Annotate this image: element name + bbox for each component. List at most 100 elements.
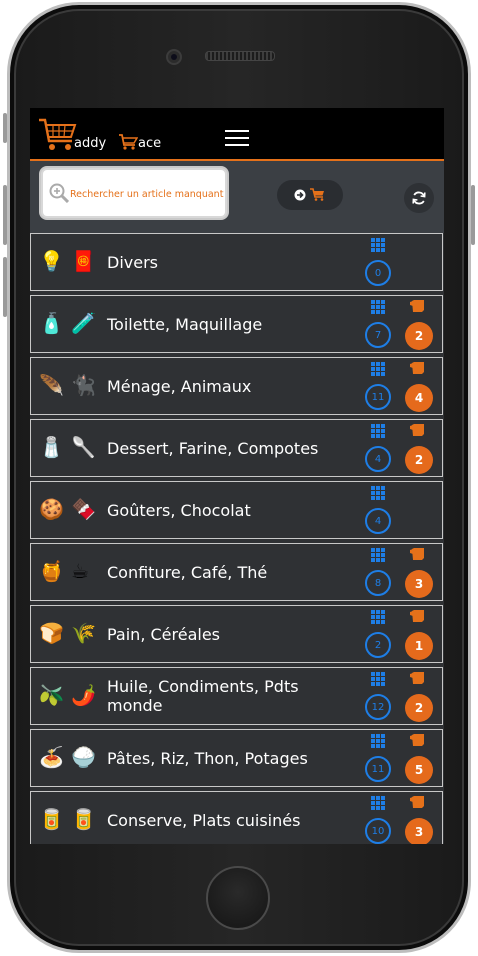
power-button xyxy=(471,185,475,245)
category-emoji-2: 🍚 xyxy=(71,745,96,769)
category-emoji-1: 💡 xyxy=(39,249,64,273)
category-row[interactable]: 🍞 🌾 Pain, Céréales 2 1 xyxy=(30,605,443,663)
search-box[interactable] xyxy=(41,168,227,218)
zoom-in-search-icon xyxy=(49,183,69,203)
category-emoji-2: 🌾 xyxy=(71,621,96,645)
category-emoji-2: 🍫 xyxy=(71,497,96,521)
category-emoji-2: 🌶️ xyxy=(71,683,96,707)
scroll-list-icon[interactable] xyxy=(410,300,426,314)
missing-count-badge[interactable]: 2 xyxy=(405,694,433,722)
app-logo[interactable]: addy ace xyxy=(38,117,178,155)
item-count-circle[interactable]: 12 xyxy=(365,694,391,720)
volume-up-button xyxy=(3,185,7,245)
category-emoji-1: 🧂 xyxy=(39,435,64,459)
category-emoji-2: 🥫 xyxy=(71,807,96,831)
grid-icon[interactable] xyxy=(371,610,385,624)
hamburger-line xyxy=(225,130,249,132)
grid-icon[interactable] xyxy=(371,734,385,748)
missing-count-badge[interactable]: 5 xyxy=(405,756,433,784)
cart-logo-icon xyxy=(39,118,77,150)
grid-icon[interactable] xyxy=(371,548,385,562)
refresh-icon xyxy=(412,191,426,205)
item-count-circle[interactable]: 8 xyxy=(365,570,391,596)
grid-icon[interactable] xyxy=(371,424,385,438)
category-row[interactable]: 🫒 🌶️ Huile, Condiments, Pdts monde 12 2 xyxy=(30,667,443,725)
category-emoji-2: 🐈‍⬛ xyxy=(71,373,96,397)
category-emoji-1: 🍝 xyxy=(39,745,64,769)
category-emoji-1: 🍞 xyxy=(39,621,64,645)
item-count-circle[interactable]: 4 xyxy=(365,508,391,534)
category-label: Confiture, Café, Thé xyxy=(107,562,268,582)
category-row[interactable]: 🧴 🧪 Toilette, Maquillage 7 2 xyxy=(30,295,443,353)
category-emoji-2: 🧧 xyxy=(71,249,96,273)
category-label: Conserve, Plats cuisinés xyxy=(107,810,301,830)
category-row[interactable]: 🍝 🍚 Pâtes, Riz, Thon, Potages 11 5 xyxy=(30,729,443,787)
category-label: Divers xyxy=(107,252,158,272)
category-emoji-1: 🥫 xyxy=(39,807,64,831)
item-count-circle[interactable]: 11 xyxy=(365,384,391,410)
cart-button[interactable] xyxy=(277,180,343,210)
hamburger-line xyxy=(225,137,249,139)
arrow-circle-right-icon xyxy=(294,189,306,201)
logo-text: addy xyxy=(74,136,107,151)
category-emoji-1: 🍪 xyxy=(39,497,64,521)
missing-count-badge[interactable]: 3 xyxy=(405,570,433,598)
category-label: Huile, Condiments, Pdts monde xyxy=(107,677,299,715)
scroll-list-icon[interactable] xyxy=(410,672,426,686)
category-row[interactable]: 🍯 ☕ Confiture, Café, Thé 8 3 xyxy=(30,543,443,601)
category-emoji-2: 🧪 xyxy=(71,311,96,335)
logo-text-2: ace xyxy=(138,136,162,151)
grid-icon[interactable] xyxy=(371,796,385,810)
scroll-list-icon[interactable] xyxy=(410,796,426,810)
grid-icon[interactable] xyxy=(371,238,385,252)
grid-icon[interactable] xyxy=(371,300,385,314)
grid-icon[interactable] xyxy=(371,672,385,686)
missing-count-badge[interactable]: 2 xyxy=(405,446,433,474)
category-label: Pâtes, Riz, Thon, Potages xyxy=(107,748,308,768)
category-label: Dessert, Farine, Compotes xyxy=(107,438,319,458)
scroll-list-icon[interactable] xyxy=(410,424,426,438)
missing-count-badge[interactable]: 3 xyxy=(405,818,433,844)
scroll-list-icon[interactable] xyxy=(410,610,426,624)
home-button[interactable] xyxy=(206,866,270,930)
category-label: Goûters, Chocolat xyxy=(107,500,251,520)
category-row[interactable]: 🥫 🥫 Conserve, Plats cuisinés 10 3 xyxy=(30,791,443,844)
category-row[interactable]: 🪶 🐈‍⬛ Ménage, Animaux 11 4 xyxy=(30,357,443,415)
item-count-circle[interactable]: 11 xyxy=(365,756,391,782)
category-row[interactable]: 🧂 🥄 Dessert, Farine, Compotes 4 2 xyxy=(30,419,443,477)
category-emoji-1: 🍯 xyxy=(39,559,64,583)
scroll-list-icon[interactable] xyxy=(410,734,426,748)
item-count-circle[interactable]: 7 xyxy=(365,322,391,348)
category-emoji-1: 🧴 xyxy=(39,311,64,335)
category-emoji-2: ☕ xyxy=(71,559,89,583)
item-count-circle[interactable]: 2 xyxy=(365,632,391,658)
navbar: addy ace xyxy=(30,108,444,161)
mute-switch xyxy=(3,113,7,143)
menu-toggle-button[interactable] xyxy=(225,130,249,147)
category-row[interactable]: 🍪 🍫 Goûters, Chocolat 4 xyxy=(30,481,443,539)
front-camera xyxy=(166,49,182,65)
refresh-button[interactable] xyxy=(404,183,434,213)
missing-count-badge[interactable]: 4 xyxy=(405,384,433,412)
category-emoji-1: 🪶 xyxy=(39,373,64,397)
category-row[interactable]: 💡 🧧 Divers 0 xyxy=(30,233,443,291)
search-input[interactable] xyxy=(70,185,226,203)
category-label: Toilette, Maquillage xyxy=(107,314,263,334)
volume-down-button xyxy=(3,257,7,317)
category-label: Pain, Céréales xyxy=(107,624,221,644)
item-count-circle[interactable]: 0 xyxy=(365,260,391,286)
grid-icon[interactable] xyxy=(371,486,385,500)
missing-count-badge[interactable]: 1 xyxy=(405,632,433,660)
app-screen: addy ace Rechercher un article manquant … xyxy=(30,108,444,844)
cart-icon xyxy=(310,188,324,201)
toolbar xyxy=(30,161,444,233)
hamburger-line xyxy=(225,144,249,146)
item-count-circle[interactable]: 4 xyxy=(365,446,391,472)
item-count-circle[interactable]: 10 xyxy=(365,818,391,844)
scroll-list-icon[interactable] xyxy=(410,362,426,376)
scroll-list-icon[interactable] xyxy=(410,548,426,562)
earpiece-speaker xyxy=(205,51,275,61)
grid-icon[interactable] xyxy=(371,362,385,376)
mini-cart-logo-icon xyxy=(119,134,138,150)
missing-count-badge[interactable]: 2 xyxy=(405,322,433,350)
